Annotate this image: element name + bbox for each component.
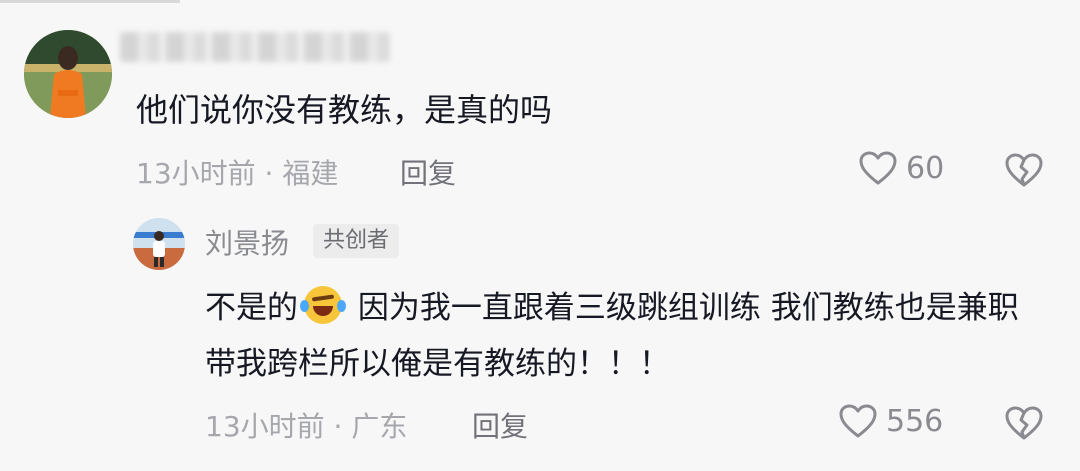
like-count: 60 xyxy=(906,150,945,186)
like-button[interactable]: 556 xyxy=(838,403,943,439)
dislike-button[interactable] xyxy=(1004,151,1044,189)
reply-meta: 13小时前 · 广东 xyxy=(205,410,408,443)
reply-text-part-1: 不是的 xyxy=(205,290,298,326)
comment-item: 他们说你没有教练，是真的吗 13小时前 · 福建 回复 60 xyxy=(0,0,1080,200)
tears-of-joy-emoji xyxy=(300,286,346,324)
like-button[interactable]: 60 xyxy=(858,150,944,186)
broken-heart-icon xyxy=(1005,153,1043,187)
reply-button[interactable]: 回复 xyxy=(400,152,456,192)
reply-username[interactable]: 刘景扬 xyxy=(205,222,289,262)
reply-button[interactable]: 回复 xyxy=(472,405,528,445)
comment-meta: 13小时前 · 福建 xyxy=(136,157,339,190)
blurred-username xyxy=(120,32,390,62)
like-count: 556 xyxy=(886,403,944,439)
reply-avatar[interactable] xyxy=(133,218,185,270)
heart-outline-icon xyxy=(839,404,877,438)
broken-heart-icon xyxy=(1005,406,1043,440)
creator-badge: 共创者 xyxy=(313,224,400,258)
dislike-button[interactable] xyxy=(1004,404,1044,442)
reply-text: 不是的 因为我一直跟着三级跳组训练 我们教练也是兼职带我跨栏所以俺是有教练的！！… xyxy=(205,280,1035,392)
heart-outline-icon xyxy=(859,151,897,185)
avatar[interactable] xyxy=(24,30,112,118)
comment-text: 他们说你没有教练，是真的吗 xyxy=(136,91,553,129)
